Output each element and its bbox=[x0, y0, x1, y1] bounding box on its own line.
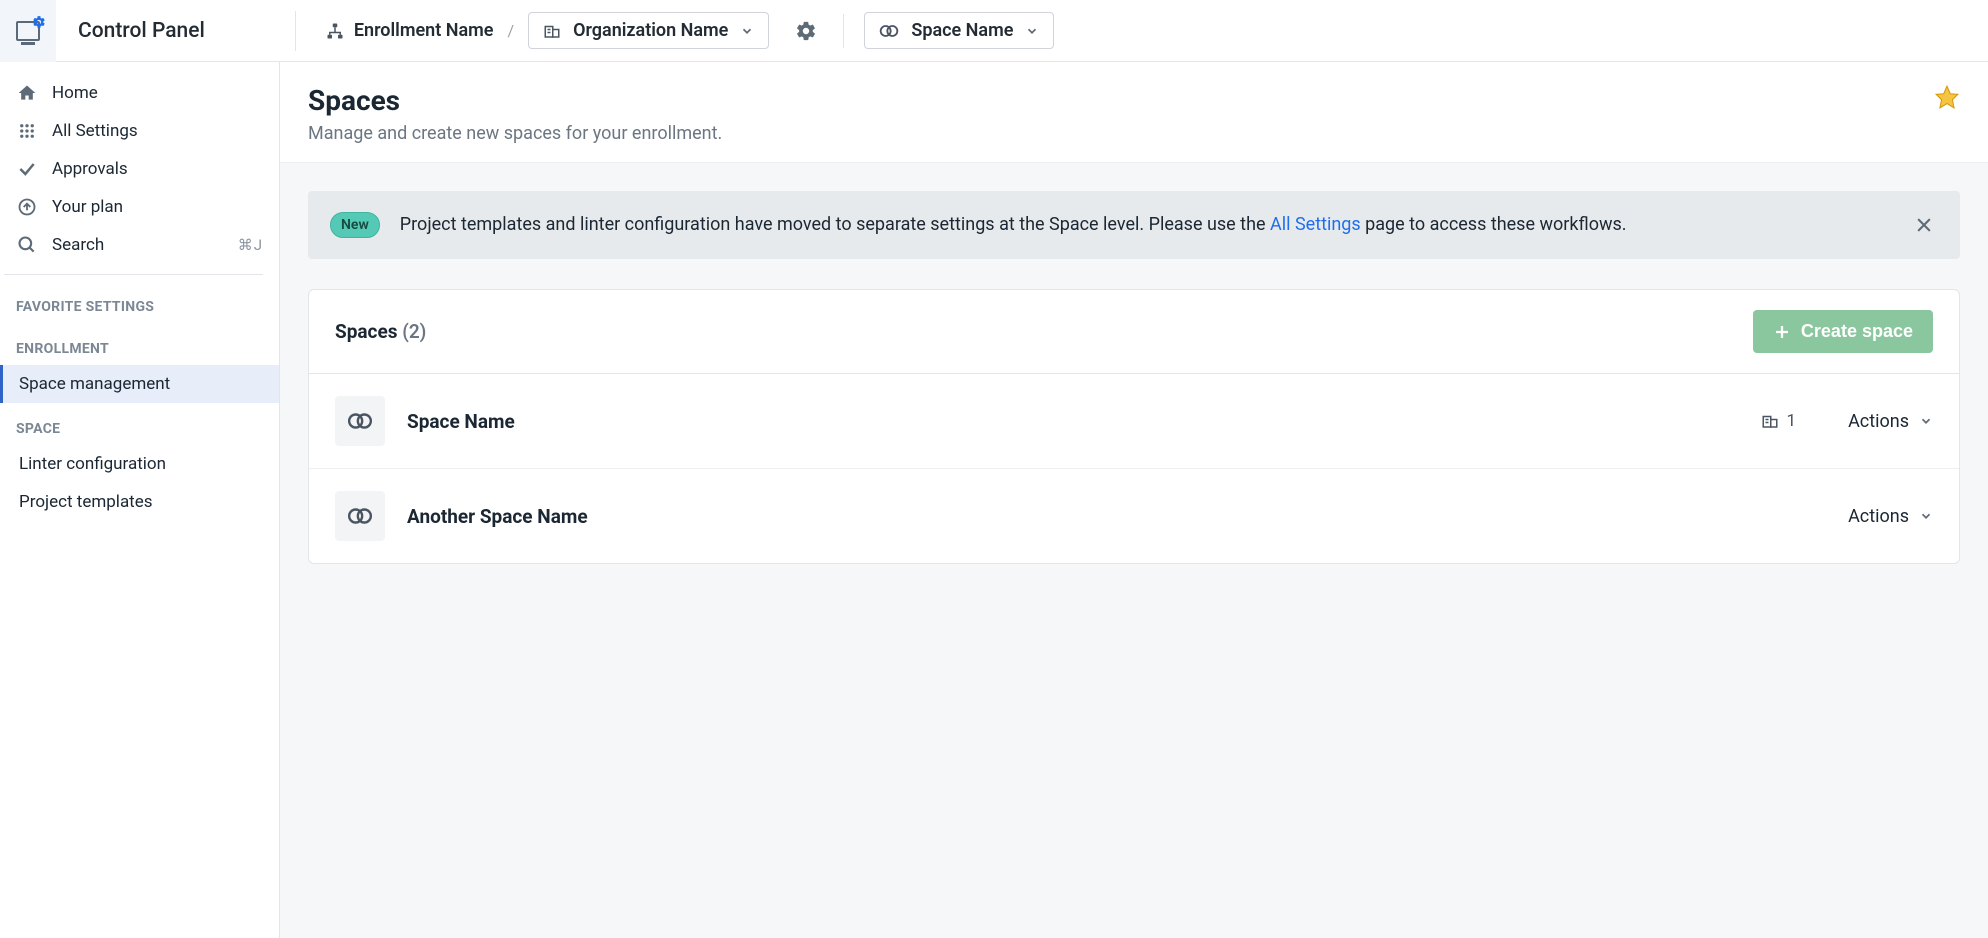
sidebar-heading-favorites: FAVORITE SETTINGS bbox=[0, 281, 279, 323]
breadcrumb-enrollment[interactable]: Enrollment Name bbox=[326, 20, 494, 41]
sidebar-item-linter-configuration[interactable]: Linter configuration bbox=[0, 445, 279, 483]
space-row: Space Name 1 Actions bbox=[309, 374, 1959, 469]
close-button[interactable] bbox=[1910, 211, 1938, 239]
page-subtitle: Manage and create new spaces for your en… bbox=[308, 123, 722, 144]
sidebar-item-home[interactable]: Home bbox=[0, 74, 279, 112]
actions-menu[interactable]: Actions bbox=[1848, 411, 1933, 432]
spaces-panel: Spaces (2) Create space Space Name bbox=[308, 289, 1960, 564]
search-icon bbox=[16, 235, 38, 255]
sidebar-item-label: Approvals bbox=[52, 159, 128, 179]
sidebar-item-label: Project templates bbox=[19, 492, 153, 512]
sidebar-heading-enrollment: ENROLLMENT bbox=[0, 323, 279, 365]
divider bbox=[843, 14, 844, 48]
space-icon bbox=[335, 491, 385, 541]
organization-icon bbox=[1761, 412, 1779, 430]
breadcrumb-enrollment-label: Enrollment Name bbox=[354, 20, 494, 41]
sidebar-item-search[interactable]: Search ⌘J bbox=[0, 226, 279, 264]
topbar: Control Panel Enrollment Name / Organiza… bbox=[0, 0, 1988, 62]
create-space-button[interactable]: Create space bbox=[1753, 310, 1933, 353]
breadcrumb-space-label: Space Name bbox=[911, 20, 1013, 41]
gear-icon bbox=[32, 15, 46, 29]
breadcrumb-separator: / bbox=[507, 21, 514, 40]
plus-icon bbox=[1773, 323, 1791, 341]
sidebar-item-space-management[interactable]: Space management bbox=[0, 365, 279, 403]
arrow-up-circle-icon bbox=[16, 197, 38, 217]
sidebar-item-all-settings[interactable]: All Settings bbox=[0, 112, 279, 150]
sidebar-item-project-templates[interactable]: Project templates bbox=[0, 483, 279, 521]
actions-label: Actions bbox=[1848, 506, 1909, 527]
chevron-down-icon bbox=[740, 24, 754, 38]
breadcrumb: Enrollment Name / Organization Name Spac… bbox=[312, 12, 1055, 49]
info-notice: New Project templates and linter configu… bbox=[308, 191, 1960, 259]
breadcrumb-organization[interactable]: Organization Name bbox=[528, 12, 769, 49]
app-logo[interactable] bbox=[0, 0, 56, 62]
sidebar-item-label: Space management bbox=[19, 374, 170, 394]
chevron-down-icon bbox=[1919, 509, 1933, 523]
sidebar-item-label: Your plan bbox=[52, 197, 123, 217]
favorite-button[interactable] bbox=[1934, 84, 1960, 110]
panel-count: (2) bbox=[402, 320, 426, 343]
space-row: Another Space Name Actions bbox=[309, 469, 1959, 563]
organization-icon bbox=[543, 22, 561, 40]
sitemap-icon bbox=[326, 22, 344, 40]
page-header: Spaces Manage and create new spaces for … bbox=[280, 62, 1988, 162]
actions-menu[interactable]: Actions bbox=[1848, 506, 1933, 527]
space-name[interactable]: Space Name bbox=[407, 410, 1739, 433]
breadcrumb-space[interactable]: Space Name bbox=[864, 12, 1054, 49]
grid-icon bbox=[16, 122, 38, 140]
sidebar: Home All Settings Approvals Your plan Se… bbox=[0, 62, 280, 938]
space-icon bbox=[335, 396, 385, 446]
check-icon bbox=[16, 159, 38, 179]
sidebar-heading-space: SPACE bbox=[0, 403, 279, 445]
all-settings-link[interactable]: All Settings bbox=[1270, 214, 1361, 235]
sidebar-item-approvals[interactable]: Approvals bbox=[0, 150, 279, 188]
chevron-down-icon bbox=[1025, 24, 1039, 38]
create-space-label: Create space bbox=[1801, 321, 1913, 342]
panel-header: Spaces (2) Create space bbox=[309, 290, 1959, 374]
app-title: Control Panel bbox=[56, 19, 227, 43]
org-count-value: 1 bbox=[1787, 411, 1797, 431]
notice-text: Project templates and linter configurati… bbox=[400, 212, 1890, 238]
new-badge: New bbox=[330, 212, 380, 238]
main: Spaces Manage and create new spaces for … bbox=[280, 62, 1988, 938]
panel-title: Spaces (2) bbox=[335, 320, 426, 343]
keyboard-shortcut: ⌘J bbox=[238, 236, 263, 254]
sidebar-item-label: All Settings bbox=[52, 121, 138, 141]
chevron-down-icon bbox=[1919, 414, 1933, 428]
space-icon bbox=[879, 22, 899, 40]
settings-button[interactable] bbox=[789, 14, 823, 48]
page-title: Spaces bbox=[308, 84, 722, 117]
sidebar-item-your-plan[interactable]: Your plan bbox=[0, 188, 279, 226]
home-icon bbox=[16, 83, 38, 103]
sidebar-item-label: Search bbox=[52, 235, 104, 255]
breadcrumb-organization-label: Organization Name bbox=[573, 20, 728, 41]
org-count: 1 bbox=[1761, 411, 1797, 431]
divider bbox=[4, 274, 263, 275]
sidebar-item-label: Linter configuration bbox=[19, 454, 166, 474]
space-name[interactable]: Another Space Name bbox=[407, 505, 1826, 528]
actions-label: Actions bbox=[1848, 411, 1909, 432]
divider bbox=[295, 11, 296, 51]
sidebar-item-label: Home bbox=[52, 83, 98, 103]
close-icon bbox=[1914, 215, 1934, 235]
